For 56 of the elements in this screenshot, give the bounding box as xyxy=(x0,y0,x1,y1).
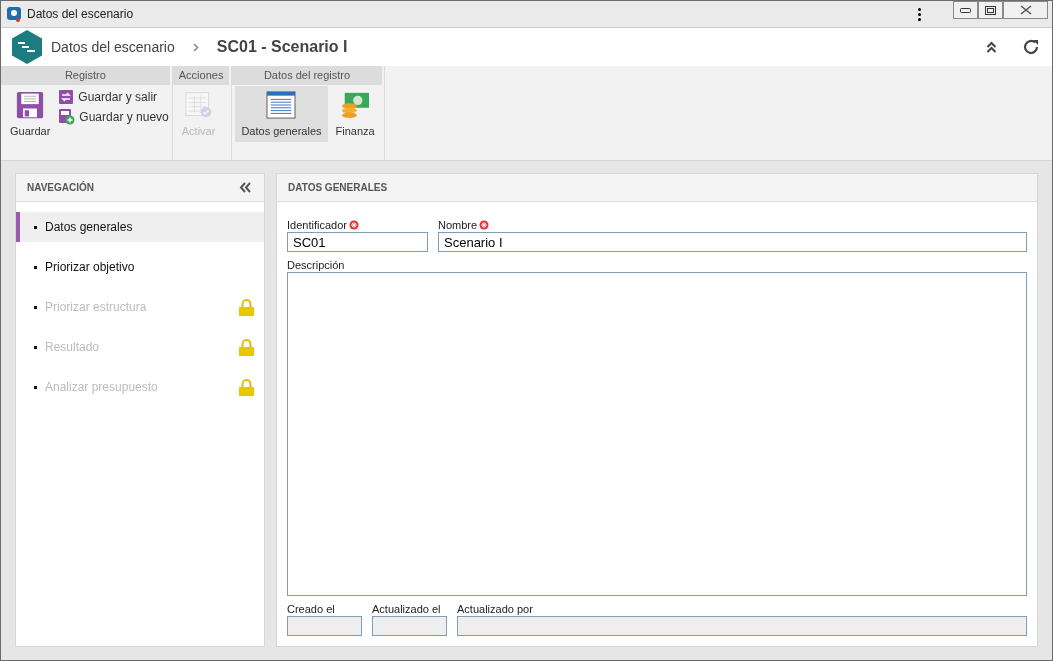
navigation-label: Resultado xyxy=(45,340,101,354)
close-icon xyxy=(1019,5,1032,15)
window-title: Datos del escenario xyxy=(27,7,135,21)
maximize-icon xyxy=(985,5,996,15)
maximize-button[interactable] xyxy=(978,1,1003,19)
navigation-label: Datos generales xyxy=(45,220,134,234)
required-icon xyxy=(479,220,490,230)
ribbon-group-label: Registro xyxy=(1,66,170,85)
padlock-icon xyxy=(239,378,254,396)
ribbon-button[interactable]: Finanza xyxy=(329,86,381,142)
bullet-icon xyxy=(34,345,37,349)
field-label: Actualizado por xyxy=(457,603,533,615)
collapse-up-icon[interactable] xyxy=(984,39,999,55)
ribbon-button[interactable]: Guardar y salir xyxy=(58,89,169,105)
navigation-item[interactable]: Datos generales xyxy=(16,212,264,242)
save-plus-icon xyxy=(58,108,76,125)
padlock-icon xyxy=(239,298,254,316)
navigation-label: Priorizar estructura xyxy=(45,300,148,314)
ribbon-button[interactable]: Guardar y nuevo xyxy=(58,108,169,125)
field-label: Actualizado el xyxy=(372,603,441,615)
collapse-left-icon[interactable] xyxy=(237,180,254,195)
navigation-label: Analizar presupuesto xyxy=(45,380,159,394)
required-icon xyxy=(348,220,359,230)
chevron-right-icon xyxy=(192,42,199,52)
ribbon-group-label: Acciones xyxy=(172,66,230,85)
close-button[interactable] xyxy=(1003,1,1048,19)
more-options-icon[interactable] xyxy=(916,5,923,23)
save-arrow-icon xyxy=(58,89,75,105)
breadcrumb-link[interactable]: Datos del escenario xyxy=(51,39,175,55)
description-field[interactable] xyxy=(287,272,1027,596)
bullet-icon xyxy=(34,225,37,229)
bullet-icon xyxy=(34,265,37,269)
minimize-button[interactable] xyxy=(953,1,978,19)
ribbon-button[interactable]: Datos generales xyxy=(235,86,328,142)
field-label: Identificador xyxy=(287,219,347,231)
padlock-icon xyxy=(239,338,254,356)
input-field[interactable]: Scenario I xyxy=(438,232,1027,252)
input-field[interactable]: SC01 xyxy=(287,232,428,252)
page-title: SC01 - Scenario I xyxy=(216,38,349,56)
input-field[interactable] xyxy=(457,616,1027,636)
field-label: Nombre xyxy=(438,219,478,231)
app-icon xyxy=(7,6,21,22)
ribbon-button[interactable]: Guardar xyxy=(4,86,57,142)
ribbon-group-label: Datos del registro xyxy=(232,66,382,85)
minimize-icon xyxy=(960,7,971,13)
input-field[interactable] xyxy=(287,616,362,636)
navigation-label: Priorizar objetivo xyxy=(45,260,136,274)
document-lines-icon xyxy=(265,91,298,119)
field-label: Descripción xyxy=(287,259,345,271)
panel-title: DATOS GENERALES xyxy=(288,182,388,193)
bullet-icon xyxy=(34,305,37,309)
bullet-icon xyxy=(34,385,37,389)
navigation-item[interactable]: Priorizar objetivo xyxy=(16,252,264,282)
field-label: Creado el xyxy=(287,603,335,615)
input-field[interactable] xyxy=(372,616,447,636)
panel-title: NAVEGACIÓN xyxy=(27,182,95,193)
